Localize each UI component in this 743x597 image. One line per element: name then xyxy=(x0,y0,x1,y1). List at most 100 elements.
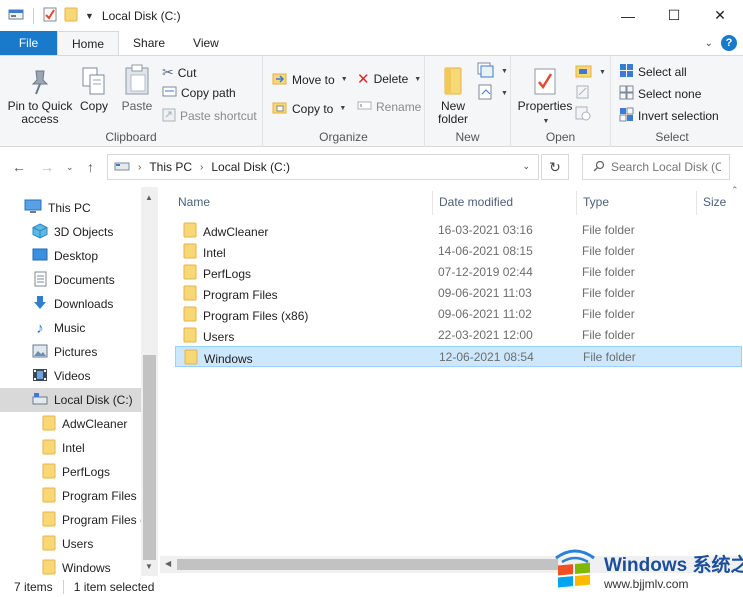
delete-x-icon: ✕ xyxy=(357,71,370,88)
sidebar-item-desktop[interactable]: Desktop xyxy=(0,244,141,268)
delete-button[interactable]: ✕ Delete ▼ xyxy=(357,70,421,88)
column-header-name[interactable]: Name xyxy=(172,187,427,217)
file-date: 07-12-2019 02:44 xyxy=(438,265,533,279)
cut-button[interactable]: ✂ Cut xyxy=(162,64,196,81)
back-arrow-icon[interactable]: ← xyxy=(12,159,26,175)
folder-icon xyxy=(42,487,56,506)
sidebar-item-music[interactable]: ♪ Music xyxy=(0,316,141,340)
sidebar-item-documents[interactable]: Documents xyxy=(0,268,141,292)
properties-dropdown-icon: ▼ xyxy=(542,118,550,125)
drive-icon xyxy=(114,160,130,175)
scroll-down-arrow-icon[interactable]: ▼ xyxy=(145,562,153,571)
open-group-label: Open xyxy=(545,130,576,144)
address-bar[interactable]: › This PC › Local Disk (C:) ⌄ xyxy=(107,154,539,180)
scroll-up-arrow-icon[interactable]: ▲ xyxy=(145,193,153,202)
sidebar-item-pictures[interactable]: Pictures xyxy=(0,340,141,364)
file-type: File folder xyxy=(583,350,636,364)
properties-quick-icon[interactable] xyxy=(43,6,57,25)
breadcrumb-this-pc[interactable]: This PC xyxy=(149,160,192,174)
file-name: AdwCleaner xyxy=(203,224,269,239)
minimize-button[interactable]: — xyxy=(605,0,651,31)
table-row[interactable]: AdwCleaner 16-03-2021 03:16 File folder xyxy=(175,220,742,241)
tab-share[interactable]: Share xyxy=(119,31,179,55)
new-item-icon xyxy=(477,62,495,81)
search-box[interactable] xyxy=(582,154,730,180)
drive-icon xyxy=(32,392,48,409)
table-row[interactable]: PerfLogs 07-12-2019 02:44 File folder xyxy=(175,262,742,283)
tab-view[interactable]: View xyxy=(179,31,233,55)
new-item-button[interactable]: ▼ xyxy=(477,62,508,81)
properties-button[interactable]: Properties ▼ xyxy=(515,62,575,128)
file-type: File folder xyxy=(582,265,635,279)
new-folder-button[interactable]: New folder xyxy=(431,62,475,126)
table-row[interactable]: Program Files (x86) 09-06-2021 11:02 Fil… xyxy=(175,304,742,325)
sidebar-item-perflogs[interactable]: PerfLogs xyxy=(0,460,141,484)
sidebar-item-program-files-x86[interactable]: Program Files ( xyxy=(0,508,141,532)
sidebar-item-videos[interactable]: Videos xyxy=(0,364,141,388)
move-to-icon xyxy=(272,70,288,89)
move-to-button[interactable]: Move to ▼ xyxy=(272,70,348,89)
paste-shortcut-button[interactable]: Paste shortcut xyxy=(162,107,257,125)
sidebar-item-windows[interactable]: Windows xyxy=(0,556,141,576)
sidebar-item-this-pc[interactable]: This PC xyxy=(0,196,141,220)
history-button[interactable] xyxy=(575,106,592,124)
forward-arrow-icon[interactable]: → xyxy=(40,159,54,175)
sidebar-item-adwcleaner[interactable]: AdwCleaner xyxy=(0,412,141,436)
sidebar-item-intel[interactable]: Intel xyxy=(0,436,141,460)
file-name: Windows xyxy=(204,351,253,366)
select-all-button[interactable]: Select all xyxy=(619,63,687,81)
scroll-left-arrow-icon[interactable]: ◀ xyxy=(165,559,171,568)
file-name: Program Files xyxy=(203,287,278,302)
file-list: Name Date modified Type Size ⌃ AdwCleane… xyxy=(160,185,743,576)
table-row[interactable]: Intel 14-06-2021 08:15 File folder xyxy=(175,241,742,262)
delete-dropdown-icon: ▼ xyxy=(414,75,422,83)
sidebar-scroll-thumb[interactable] xyxy=(143,355,156,560)
easy-access-button[interactable]: ▼ xyxy=(477,84,508,103)
sidebar-item-downloads[interactable]: Downloads xyxy=(0,292,141,316)
breadcrumb-chevron-icon[interactable]: › xyxy=(138,162,141,173)
paste-button[interactable]: Paste xyxy=(118,62,156,113)
rename-button[interactable]: Rename xyxy=(357,99,421,115)
table-row[interactable]: Users 22-03-2021 12:00 File folder xyxy=(175,325,742,346)
help-button[interactable]: ? xyxy=(721,35,737,51)
sidebar-item-3d-objects[interactable]: 3D Objects xyxy=(0,220,141,244)
open-button[interactable]: ▼ xyxy=(575,63,606,81)
copy-path-button[interactable]: Copy path xyxy=(162,85,236,101)
close-button[interactable]: ✕ xyxy=(697,0,743,31)
table-row-selected[interactable]: Windows 12-06-2021 08:54 File folder xyxy=(175,346,742,367)
folder-icon xyxy=(42,535,56,554)
address-dropdown-icon[interactable]: ⌄ xyxy=(522,161,530,172)
sidebar-item-local-disk[interactable]: Local Disk (C:) xyxy=(0,388,141,412)
explorer-app-icon[interactable] xyxy=(8,7,24,24)
invert-selection-button[interactable]: Invert selection xyxy=(619,107,719,125)
tab-home[interactable]: Home xyxy=(57,31,120,56)
maximize-button[interactable]: ☐ xyxy=(651,0,697,31)
select-none-button[interactable]: Select none xyxy=(619,85,701,103)
rename-icon xyxy=(357,99,372,115)
table-row[interactable]: Program Files 09-06-2021 11:03 File fold… xyxy=(175,283,742,304)
column-header-type[interactable]: Type xyxy=(577,187,695,217)
file-name: Program Files (x86) xyxy=(203,308,309,323)
expand-ribbon-icon[interactable]: ⌄ xyxy=(705,38,713,49)
copy-to-button[interactable]: Copy to ▼ xyxy=(272,99,346,118)
pin-icon xyxy=(28,62,52,96)
recent-locations-chevron-icon[interactable]: ⌄ xyxy=(66,162,74,173)
copy-button[interactable]: Copy xyxy=(76,62,112,113)
search-input[interactable] xyxy=(611,160,721,174)
sidebar-scrollbar[interactable]: ▲ ▼ xyxy=(141,187,158,576)
pin-to-quick-access-button[interactable]: Pin to Quick access xyxy=(4,62,76,126)
properties-icon xyxy=(533,62,557,96)
new-folder-quick-icon[interactable] xyxy=(63,6,79,25)
sidebar-item-users[interactable]: Users xyxy=(0,532,141,556)
edit-button[interactable] xyxy=(575,84,590,102)
customize-toolbar-dropdown-icon[interactable]: ▼ xyxy=(85,11,94,21)
horizontal-scroll-thumb[interactable] xyxy=(177,559,558,570)
sidebar-item-program-files[interactable]: Program Files xyxy=(0,484,141,508)
column-header-date-modified[interactable]: Date modified xyxy=(433,187,575,217)
breadcrumb-chevron-icon[interactable]: › xyxy=(200,162,203,173)
organize-group: Move to ▼ Copy to ▼ ✕ Delete ▼ Rename Or… xyxy=(263,56,425,147)
breadcrumb-local-disk[interactable]: Local Disk (C:) xyxy=(211,160,290,174)
up-arrow-icon[interactable]: ↑ xyxy=(87,159,94,175)
tab-file[interactable]: File xyxy=(0,31,57,55)
refresh-button[interactable]: ↻ xyxy=(541,154,569,180)
